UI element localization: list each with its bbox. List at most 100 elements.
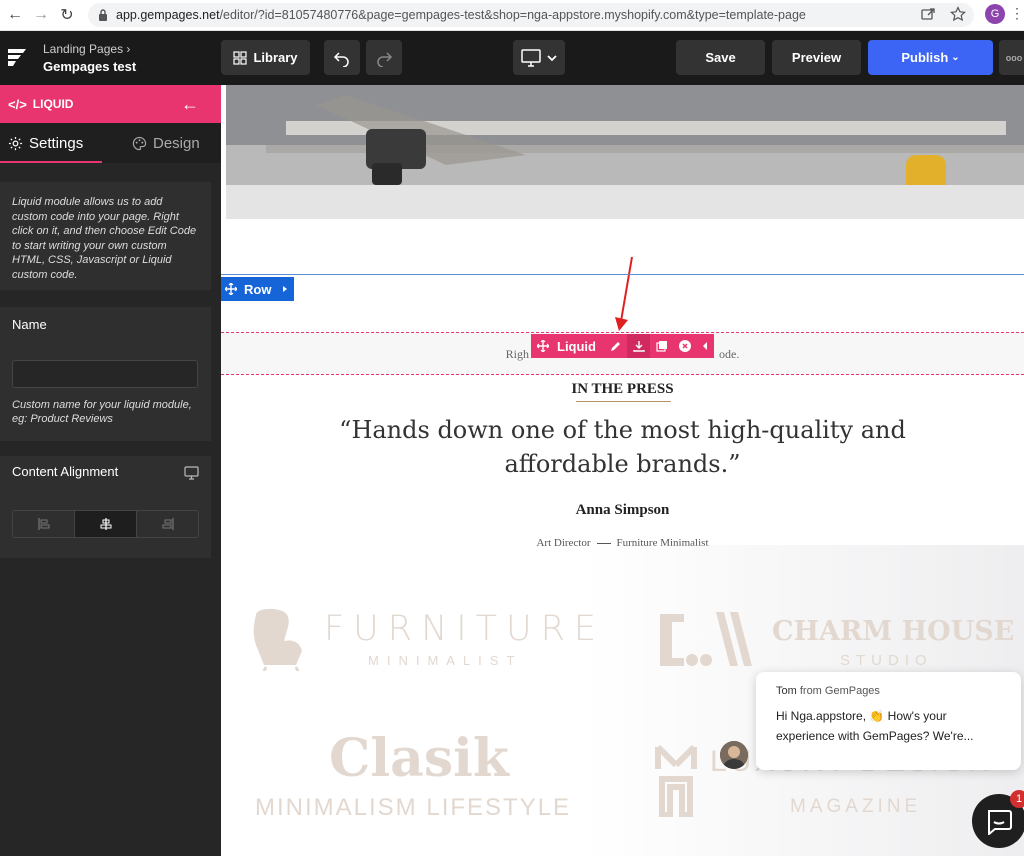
align-left-icon xyxy=(37,518,49,530)
liquid-drag-handle[interactable]: Liquid xyxy=(531,339,604,354)
gear-icon xyxy=(8,136,23,150)
save-module-button[interactable] xyxy=(627,334,650,358)
row-outline xyxy=(221,274,1024,275)
heading-underline xyxy=(576,401,671,402)
chevron-left-icon xyxy=(703,342,707,350)
luxury-monogram-icon xyxy=(655,745,697,817)
editor-canvas[interactable]: Row Righ ode. Liquid IN THE PRESS “Hands … xyxy=(221,85,1024,856)
alignment-section: Content Alignment xyxy=(0,456,211,558)
pencil-icon xyxy=(610,342,620,351)
brand-tagline: MINIMALIST xyxy=(368,653,523,668)
charm-house-monogram-icon xyxy=(660,612,752,666)
save-button[interactable]: Save xyxy=(676,40,765,75)
panel-tabs: Settings Design xyxy=(0,123,221,163)
annotation-arrow-icon xyxy=(615,256,633,331)
forward-arrow-icon[interactable]: → xyxy=(30,4,52,26)
edit-code-button[interactable] xyxy=(604,334,627,358)
liquid-text-right: ode. xyxy=(719,347,740,361)
chevron-down-icon xyxy=(546,54,557,61)
settings-panel: </> LIQUID ← Settings Design Liquid modu… xyxy=(0,85,221,856)
section-heading: IN THE PRESS xyxy=(571,381,674,397)
tab-design-label: Design xyxy=(153,134,200,152)
move-icon xyxy=(537,340,549,352)
back-arrow-icon[interactable]: ← xyxy=(4,4,26,26)
library-label: Library xyxy=(253,50,298,65)
chat-message-card[interactable]: Tom from GemPages Hi Nga.appstore, 👏 How… xyxy=(756,672,1021,770)
preview-button[interactable]: Preview xyxy=(772,40,861,75)
gempages-logo-icon[interactable] xyxy=(6,45,28,69)
share-icon[interactable] xyxy=(920,6,936,22)
publish-label: Publish xyxy=(901,50,949,65)
editor-topbar: Landing Pages › Gempages test Library Sa… xyxy=(0,31,1024,85)
tab-design[interactable]: Design xyxy=(132,123,200,163)
notification-badge: 1 xyxy=(1010,790,1024,808)
move-icon[interactable] xyxy=(225,283,237,295)
redo-icon xyxy=(377,51,393,67)
lock-icon xyxy=(99,9,107,21)
collapse-toolbar-button[interactable] xyxy=(696,334,714,358)
help-text: Liquid module allows us to add custom co… xyxy=(0,182,211,290)
panel-header: </> LIQUID ← xyxy=(0,85,221,123)
liquid-toolbar: Liquid xyxy=(531,334,714,358)
armchair-icon xyxy=(253,608,302,671)
close-circle-icon xyxy=(678,340,691,352)
address-bar[interactable]: app.gempages.net/editor/?id=81057480776&… xyxy=(88,3,974,27)
brand-name: Clasik xyxy=(329,728,509,789)
browser-menu-icon[interactable]: ⋮ xyxy=(1010,5,1024,25)
delete-button[interactable] xyxy=(673,334,696,358)
desktop-icon[interactable] xyxy=(184,466,199,480)
chat-bubble-icon xyxy=(988,810,1012,835)
tab-settings-label: Settings xyxy=(29,134,84,152)
alignment-control xyxy=(12,510,199,538)
person-avatar-icon xyxy=(720,741,748,769)
grid-icon xyxy=(233,50,248,65)
row-toolbar[interactable]: Row xyxy=(221,277,294,301)
code-icon: </> xyxy=(8,96,27,112)
back-arrow-button[interactable]: ← xyxy=(181,94,199,115)
breadcrumb[interactable]: Landing Pages › xyxy=(43,42,130,56)
library-button[interactable]: Library xyxy=(221,40,310,75)
brand-tagline: MAGAZINE xyxy=(790,796,922,817)
brand-tagline: MINIMALISM LIFESTYLE xyxy=(255,794,572,821)
more-button[interactable]: ooo xyxy=(999,40,1024,75)
testimonial-author: Anna Simpson xyxy=(575,502,670,518)
name-section: Name Custom name for your liquid module,… xyxy=(0,307,211,441)
download-icon xyxy=(632,341,645,352)
desktop-icon xyxy=(520,48,541,67)
chat-sender-name: Tom xyxy=(776,685,797,697)
chevron-right-icon: › xyxy=(126,42,131,56)
page-title: Gempages test xyxy=(43,59,137,74)
publish-button[interactable]: Publish ⌄ xyxy=(868,40,993,75)
tab-settings[interactable]: Settings xyxy=(0,123,103,163)
align-center-button[interactable] xyxy=(75,511,137,537)
undo-icon xyxy=(333,51,349,67)
bookmark-star-icon[interactable] xyxy=(950,6,966,22)
url-host: app.gempages.net xyxy=(116,8,220,22)
chat-sender: Tom from GemPages xyxy=(776,685,1001,697)
reload-icon[interactable]: ↻ xyxy=(56,4,78,26)
testimonial-quote: “Hands down one of the most high-quality… xyxy=(339,416,906,478)
palette-icon xyxy=(132,136,147,150)
device-selector[interactable] xyxy=(513,40,565,75)
align-left-button[interactable] xyxy=(13,511,75,537)
undo-button[interactable] xyxy=(324,40,360,75)
hero-image[interactable] xyxy=(226,85,1024,219)
redo-button[interactable] xyxy=(366,40,402,75)
breadcrumb-parent[interactable]: Landing Pages xyxy=(43,42,123,56)
name-hint: Custom name for your liquid module, eg: … xyxy=(12,399,192,425)
furniture-photo-icon xyxy=(226,85,1024,219)
chat-message: Hi Nga.appstore, 👏 How's your experience… xyxy=(776,709,974,743)
liquid-text-left: Righ xyxy=(505,347,529,361)
brand-name: FURNITURE xyxy=(324,609,606,649)
align-right-button[interactable] xyxy=(137,511,198,537)
profile-avatar[interactable]: G xyxy=(985,4,1005,24)
duplicate-button[interactable] xyxy=(650,334,673,358)
align-center-icon xyxy=(100,518,111,530)
chevron-right-icon[interactable] xyxy=(281,285,289,293)
name-field[interactable] xyxy=(12,360,198,388)
module-title: LIQUID xyxy=(32,97,74,111)
chat-sender-suffix: from GemPages xyxy=(799,685,880,697)
browser-toolbar: ← → ↻ app.gempages.net/editor/?id=810574… xyxy=(0,0,1024,31)
chat-agent-avatar[interactable] xyxy=(720,741,748,769)
alignment-label: Content Alignment xyxy=(12,464,119,479)
